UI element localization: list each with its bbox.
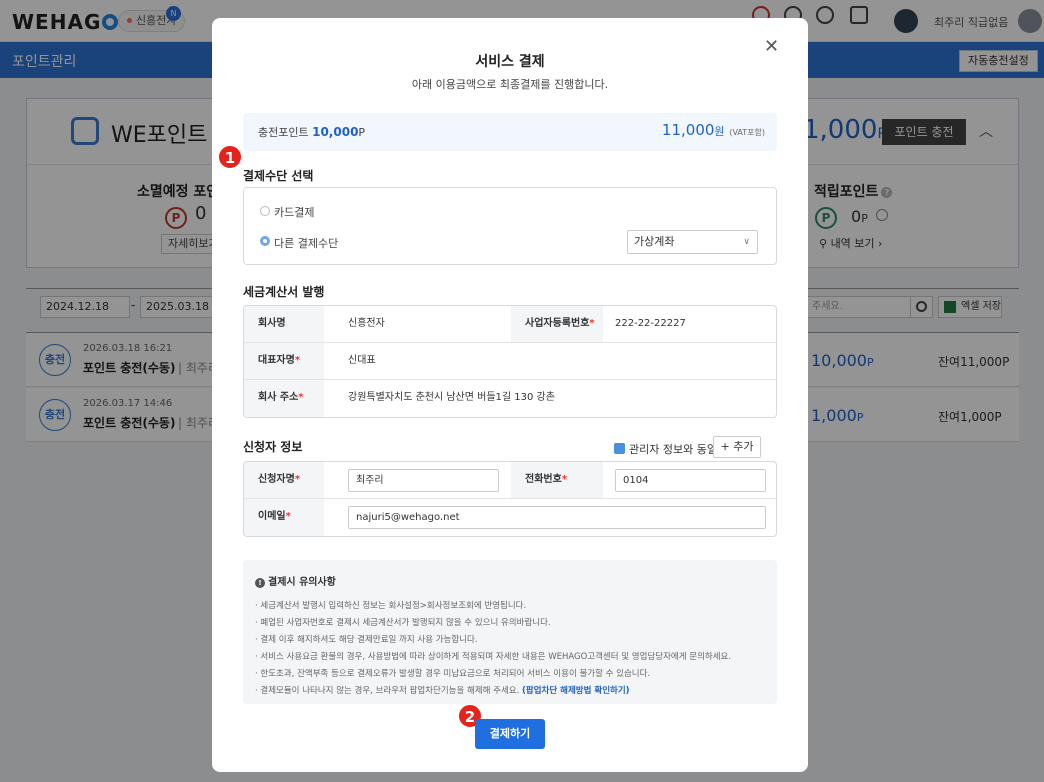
pay-method-box: 카드결제 다른 결제수단 가상계좌 ∨ — [243, 187, 777, 265]
company-address-value: 강원특별자치도 춘천시 남산면 버들1길 130 강촌 — [348, 392, 555, 403]
ceo-name-label: 대표자명* — [244, 343, 324, 379]
company-name-value: 신흥전자 — [348, 318, 385, 329]
add-applicant-button[interactable]: + 추가 — [713, 436, 761, 458]
applicant-table: 신청자명* 최주리 전화번호* 0104 이메일* najuri5@wehago… — [243, 461, 777, 537]
tax-invoice-table: 회사명 신흥전자 사업자등록번호* 222-22-22227 대표자명* 신대표… — [243, 305, 777, 418]
chevron-down-icon: ∨ — [743, 237, 750, 247]
table-row: 대표자명* 신대표 — [244, 343, 776, 380]
pay-button[interactable]: 결제하기 — [475, 719, 545, 749]
step-marker-1: 1 — [218, 145, 242, 169]
pay-method-select[interactable]: 가상계좌 ∨ — [627, 230, 758, 254]
applicant-name-input[interactable]: 최주리 — [348, 469, 499, 492]
table-row: 회사명 신흥전자 사업자등록번호* 222-22-22227 — [244, 306, 776, 343]
phone-input[interactable]: 0104 — [615, 469, 766, 492]
service-payment-modal: ✕ 서비스 결제 아래 이용금액으로 최종결제를 진행합니다. 충전포인트 10… — [212, 18, 808, 772]
radio-card[interactable] — [260, 206, 270, 216]
notice-title: ! 결제시 유의사항 — [255, 573, 336, 588]
radio-other[interactable] — [260, 236, 270, 246]
reg-no-label: 사업자등록번호* — [511, 306, 603, 342]
modal-title: 서비스 결제 — [475, 54, 545, 70]
ceo-name-value: 신대표 — [348, 355, 376, 366]
charge-price: 11,000원 (VAT포함) — [661, 121, 765, 139]
same-as-admin-checkbox[interactable]: 관리자 정보와 동일 — [614, 441, 717, 457]
modal-subtitle: 아래 이용금액으로 최종결제를 진행합니다. — [411, 78, 609, 91]
table-row: 신청자명* 최주리 전화번호* 0104 — [244, 462, 776, 499]
email-field[interactable]: najuri5@wehago.net — [348, 506, 766, 529]
popup-block-help-link[interactable]: (팝업차단 해제방법 확인하기) — [522, 686, 630, 696]
alert-icon: ! — [255, 578, 265, 588]
list-item: · 한도초과, 잔액부족 등으로 결제오류가 발생할 경우 미납요금으로 처리되… — [255, 669, 651, 679]
list-item: · 결제 이후 해지하셔도 해당 결제만료일 까지 사용 가능합니다. — [255, 635, 478, 645]
list-item: · 결제모듈이 나타나지 않는 경우, 브라우저 팝업차단기능을 해제해 주세요… — [255, 686, 630, 696]
charge-summary: 충전포인트 10,000P 11,000원 (VAT포함) — [243, 113, 777, 151]
phone-label: 전화번호* — [511, 462, 603, 498]
tax-invoice-section-title: 세금계산서 발행 — [243, 285, 325, 299]
charge-points-label: 충전포인트 10,000P — [258, 125, 366, 139]
list-item: · 서비스 사용요금 환불의 경우, 사용방법에 따라 상이하게 적용되며 자세… — [255, 652, 732, 662]
list-item: · 폐업된 사업자번호로 결제시 세금계산서가 발행되지 않을 수 있으니 유의… — [255, 618, 551, 628]
payment-notice-box: ! 결제시 유의사항 · 세금계산서 발행시 입력하신 정보는 회사설정>회사정보… — [243, 560, 777, 704]
pay-other-label[interactable]: 다른 결제수단 — [274, 235, 338, 251]
checkbox-checked-icon — [614, 443, 625, 454]
applicant-name-label: 신청자명* — [244, 462, 324, 498]
applicant-section-title: 신청자 정보 — [243, 440, 303, 454]
reg-no-value: 222-22-22227 — [615, 318, 686, 329]
pay-card-label[interactable]: 카드결제 — [274, 204, 314, 220]
email-label: 이메일* — [244, 499, 324, 536]
company-name-label: 회사명 — [244, 306, 324, 342]
pay-method-section-title: 결제수단 선택 — [243, 169, 314, 183]
notice-list: · 세금계산서 발행시 입력하신 정보는 회사설정>회사정보조회에 반영됩니다.… — [255, 598, 731, 700]
company-address-label: 회사 주소* — [244, 380, 324, 417]
table-row: 회사 주소* 강원특별자치도 춘천시 남산면 버들1길 130 강촌 — [244, 380, 776, 417]
table-row: 이메일* najuri5@wehago.net — [244, 499, 776, 536]
list-item: · 세금계산서 발행시 입력하신 정보는 회사설정>회사정보조회에 반영됩니다. — [255, 601, 527, 611]
